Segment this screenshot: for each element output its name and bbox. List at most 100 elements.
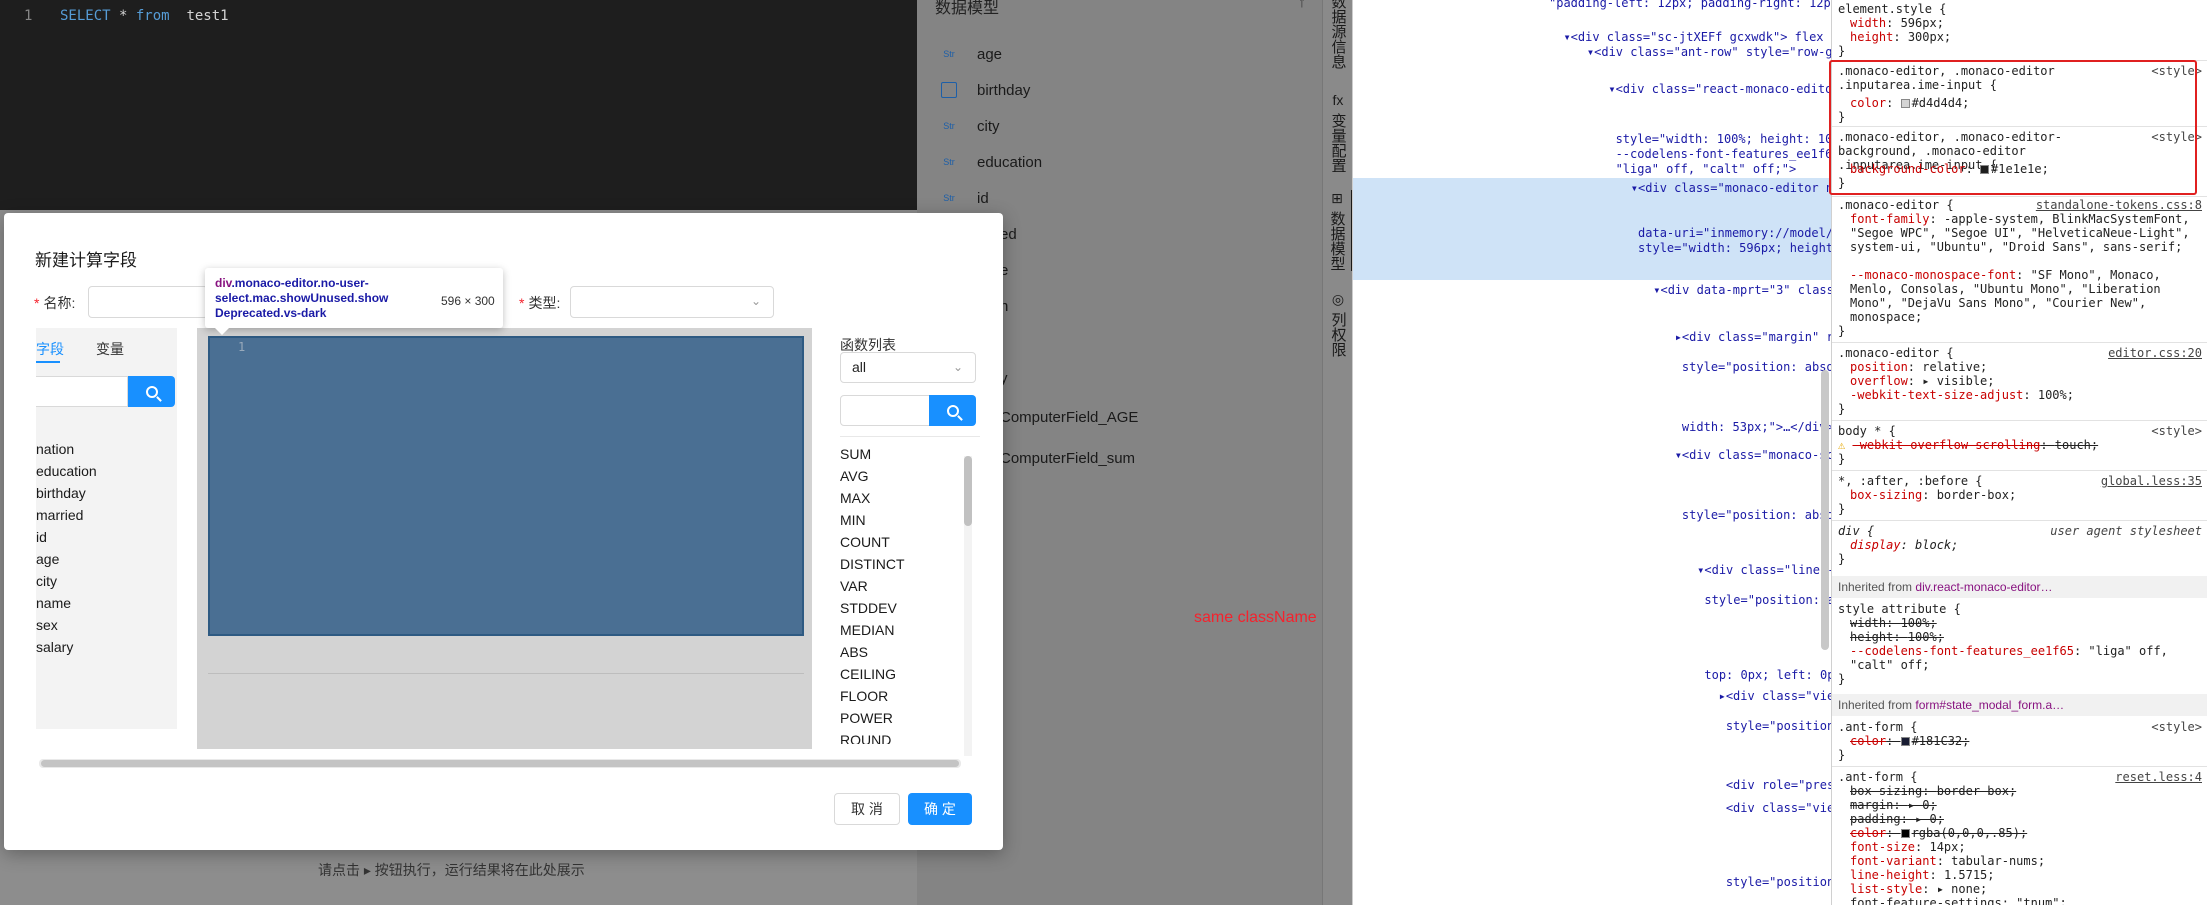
style-decl[interactable]: ⚠ -webkit-overflow-scrolling: touch; — [1838, 438, 2098, 452]
style-decl[interactable]: font-variant: tabular-nums; — [1850, 854, 2045, 868]
field-item[interactable]: married — [36, 507, 83, 523]
style-decl[interactable]: list-style: ▸ none; — [1850, 882, 1987, 896]
expression-editor[interactable]: 1 — [208, 336, 804, 636]
function-item[interactable]: VAR — [840, 578, 868, 594]
style-decl[interactable]: --monaco-monospace-font: "SF Mono", Mona… — [1850, 268, 2200, 324]
function-item[interactable]: ROUND — [840, 732, 891, 744]
dom-line[interactable]: ▸<div class="view-overlays" role="presen… — [1603, 689, 1831, 704]
style-decl[interactable]: color: #181C32; — [1850, 734, 1969, 748]
style-source[interactable]: standalone-tokens.css:8 — [2036, 198, 2202, 212]
dom-line[interactable]: <div class="view-zones" role="presentati… — [1603, 801, 1831, 816]
function-item[interactable]: MEDIAN — [840, 622, 894, 638]
field-item[interactable]: name — [36, 595, 71, 611]
dom-line[interactable]: "padding-left: 12px; padding-right: 12px… — [1549, 0, 1831, 11]
tab-column-permission[interactable]: ◎ 列权限 — [1323, 291, 1353, 357]
tab-variable-config[interactable]: fx 变量配置 — [1323, 92, 1353, 173]
confirm-button[interactable]: 确 定 — [908, 793, 972, 825]
style-decl[interactable]: -webkit-text-size-adjust: 100%; — [1850, 388, 2074, 402]
model-field-age[interactable]: Str age — [939, 39, 1002, 69]
horizontal-scrollbar[interactable] — [39, 759, 961, 768]
function-item[interactable]: MAX — [840, 490, 870, 506]
dom-line[interactable]: ▾<div data-mprt="3" class="overflow-guar… — [1581, 283, 1831, 298]
style-decl[interactable]: width: 596px; — [1850, 16, 1944, 30]
dom-line[interactable]: width: 53px;">…</div> — [1588, 420, 1831, 435]
function-item[interactable]: SUM — [840, 446, 871, 462]
model-field-id[interactable]: Str id — [939, 183, 988, 213]
style-source[interactable]: <style> — [2151, 720, 2202, 734]
field-item[interactable]: nation — [36, 441, 74, 457]
type-select[interactable]: ⌄ — [570, 286, 774, 318]
dom-line[interactable]: style="width: 100%; height: 100%; — [1565, 132, 1831, 147]
style-decl[interactable]: margin: ▸ 0; — [1850, 798, 1937, 812]
style-decl[interactable]: position: relative; — [1850, 360, 1987, 374]
dom-line[interactable]: style="position: absolute;"></div> — [1603, 875, 1831, 890]
style-source[interactable]: reset.less:4 — [2115, 770, 2202, 784]
function-item[interactable]: CEILING — [840, 666, 896, 682]
dom-line[interactable]: top: 0px; left: 0px;"> — [1596, 668, 1831, 683]
style-decl[interactable]: height: 100%; — [1850, 630, 1944, 644]
style-decl[interactable]: box-sizing: border-box; — [1850, 784, 2016, 798]
field-item[interactable]: age — [36, 551, 59, 567]
elements-scrollbar[interactable] — [1821, 370, 1829, 650]
style-decl[interactable]: width: 100%; — [1850, 616, 1937, 630]
dom-line[interactable]: "liga" off, "calt" off;"> — [1565, 162, 1797, 177]
style-decl[interactable]: box-sizing: border-box; — [1850, 488, 2016, 502]
dom-line-selected[interactable]: style="width: 596px; height: 300px;"> ==… — [1573, 241, 1831, 256]
dom-line[interactable]: style="position: absolute; transform: tr… — [1588, 360, 1831, 375]
model-field-computer-age[interactable]: ComputerField_AGE — [1000, 402, 1138, 432]
dom-line-selected[interactable]: data-uri="inmemory://model/5" — [1573, 226, 1831, 241]
dom-line[interactable]: ▾<div class="sc-jtXEFf gcxwdk"> flex — [1549, 30, 1823, 45]
dom-line[interactable]: <div role="presentation" aria-hidden="tr… — [1603, 778, 1831, 793]
style-decl[interactable]: color: rgba(0,0,0,.85); — [1850, 826, 2027, 840]
pin-icon[interactable]: ↑ — [1298, 0, 1306, 12]
field-item[interactable]: id — [36, 529, 47, 545]
sql-code[interactable]: SELECT * from test1 — [60, 8, 229, 24]
field-item[interactable]: city — [36, 573, 57, 589]
dom-line[interactable]: style="position: absolute; overflow: hid… — [1596, 593, 1831, 608]
style-source[interactable]: <style> — [2151, 424, 2202, 438]
dom-line[interactable]: ▾<div class="lines-content monaco-editor… — [1596, 563, 1831, 578]
field-item[interactable]: education — [36, 463, 97, 479]
style-decl[interactable]: padding: ▸ 0; — [1850, 812, 1944, 826]
field-search-button[interactable] — [128, 376, 175, 407]
style-decl[interactable]: font-family: -apple-system, BlinkMacSyst… — [1850, 212, 2200, 254]
name-input[interactable] — [88, 286, 208, 318]
dom-line[interactable]: --codelens-font-features_ee1f65: — [1565, 147, 1831, 162]
style-source[interactable]: editor.css:20 — [2108, 346, 2202, 360]
function-item[interactable]: STDDEV — [840, 600, 897, 616]
cancel-button[interactable]: 取 消 — [834, 793, 900, 825]
tab-variables[interactable]: 变量 — [96, 339, 124, 359]
model-field-city[interactable]: Str city — [939, 111, 999, 141]
style-decl[interactable]: height: 300px; — [1850, 30, 1951, 44]
dom-line[interactable]: ▾<div class="ant-row" style="row-gap: 0p… — [1558, 45, 1831, 60]
sql-editor[interactable]: 1 SELECT * from test1 — [0, 0, 917, 210]
function-search-input[interactable] — [840, 395, 930, 426]
model-field-birthday[interactable]: birthday — [939, 75, 1030, 105]
style-decl[interactable]: line-height: 1.5715; — [1850, 868, 1995, 882]
function-item[interactable]: ABS — [840, 644, 868, 660]
field-item[interactable]: salary — [36, 639, 73, 655]
dom-line[interactable]: ▾<div class="monaco-scrollable-element e… — [1588, 448, 1831, 463]
function-search-button[interactable] — [929, 395, 976, 426]
style-decl[interactable]: --codelens-font-features_ee1f65: "liga" … — [1850, 644, 2200, 672]
style-decl[interactable]: font-size: 14px; — [1850, 840, 1966, 854]
field-search-input[interactable] — [36, 376, 128, 407]
model-field-education[interactable]: Str education — [939, 147, 1042, 177]
dom-line[interactable]: style="position: absolute; overflow: hid… — [1588, 508, 1831, 523]
dom-line[interactable]: ▸<div class="margin" role="presentation"… — [1588, 330, 1831, 345]
function-item[interactable]: AVG — [840, 468, 869, 484]
field-item[interactable]: sex — [36, 617, 58, 633]
function-item[interactable]: FLOOR — [840, 688, 888, 704]
function-item[interactable]: POWER — [840, 710, 893, 726]
dom-line[interactable]: ▾<div class="react-monaco-editor-contain… — [1565, 82, 1831, 97]
dom-line[interactable]: style="position: absolute; height: 0px; … — [1603, 719, 1831, 734]
tab-datasource-info[interactable]: 数据源信息 — [1323, 0, 1353, 69]
style-source[interactable]: global.less:35 — [2101, 474, 2202, 488]
style-decl[interactable]: overflow: ▸ visible; — [1850, 374, 1995, 388]
function-list-scrollbar[interactable] — [964, 456, 972, 756]
model-field-computer-sum[interactable]: ComputerField_sum — [1000, 443, 1135, 473]
function-item[interactable]: COUNT — [840, 534, 890, 550]
dom-line-selected[interactable]: ▾<div class="monaco-editor no-user-selec… — [1573, 181, 1831, 196]
style-decl[interactable]: font-feature-settings: "tnum"; — [1850, 896, 2067, 905]
function-item[interactable]: DISTINCT — [840, 556, 905, 572]
